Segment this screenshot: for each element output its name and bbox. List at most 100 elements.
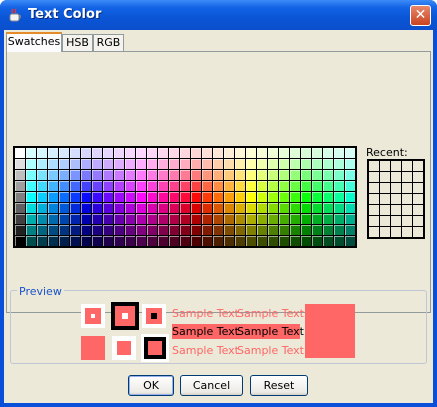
color-swatch[interactable] xyxy=(147,170,157,180)
color-swatch[interactable] xyxy=(92,159,102,169)
close-icon[interactable]: ✕ xyxy=(410,5,431,26)
color-swatch[interactable] xyxy=(202,236,212,246)
color-swatch[interactable] xyxy=(202,170,212,180)
color-swatch[interactable] xyxy=(15,181,25,191)
color-swatch[interactable] xyxy=(235,214,245,224)
color-swatch[interactable] xyxy=(235,225,245,235)
color-swatch[interactable] xyxy=(224,225,234,235)
color-swatch[interactable] xyxy=(301,192,311,202)
color-swatch[interactable] xyxy=(92,170,102,180)
color-swatch[interactable] xyxy=(290,181,300,191)
color-swatch[interactable] xyxy=(191,192,201,202)
color-swatch[interactable] xyxy=(125,181,135,191)
color-swatch[interactable] xyxy=(279,203,289,213)
recent-swatch[interactable] xyxy=(402,172,412,182)
color-swatch[interactable] xyxy=(70,236,80,246)
color-swatch[interactable] xyxy=(158,203,168,213)
color-swatch[interactable] xyxy=(224,148,234,158)
color-swatch[interactable] xyxy=(26,225,36,235)
color-swatch[interactable] xyxy=(169,225,179,235)
color-swatch[interactable] xyxy=(59,192,69,202)
color-swatch[interactable] xyxy=(48,236,58,246)
color-swatch[interactable] xyxy=(114,181,124,191)
color-swatch[interactable] xyxy=(312,159,322,169)
color-swatch[interactable] xyxy=(301,159,311,169)
color-swatch[interactable] xyxy=(169,203,179,213)
color-swatch[interactable] xyxy=(103,159,113,169)
color-swatch[interactable] xyxy=(59,203,69,213)
recent-swatch[interactable] xyxy=(391,161,401,171)
color-swatch[interactable] xyxy=(180,236,190,246)
color-swatch[interactable] xyxy=(334,170,344,180)
color-swatch[interactable] xyxy=(180,181,190,191)
color-swatch[interactable] xyxy=(268,214,278,224)
recent-swatch[interactable] xyxy=(369,205,379,215)
color-swatch[interactable] xyxy=(334,203,344,213)
color-swatch[interactable] xyxy=(37,170,47,180)
recent-swatch[interactable] xyxy=(380,183,390,193)
color-swatch[interactable] xyxy=(48,214,58,224)
color-swatch[interactable] xyxy=(37,214,47,224)
color-swatch[interactable] xyxy=(246,148,256,158)
color-swatch[interactable] xyxy=(15,148,25,158)
cancel-button[interactable]: Cancel xyxy=(180,375,243,396)
color-swatch[interactable] xyxy=(257,148,267,158)
recent-swatch[interactable] xyxy=(402,161,412,171)
color-swatch[interactable] xyxy=(125,192,135,202)
recent-swatch[interactable] xyxy=(380,172,390,182)
color-swatch[interactable] xyxy=(290,203,300,213)
color-swatch[interactable] xyxy=(213,225,223,235)
color-swatch[interactable] xyxy=(15,236,25,246)
color-swatch[interactable] xyxy=(114,225,124,235)
color-swatch[interactable] xyxy=(268,236,278,246)
color-swatch[interactable] xyxy=(257,192,267,202)
color-swatch[interactable] xyxy=(26,192,36,202)
color-swatch[interactable] xyxy=(257,203,267,213)
color-swatch[interactable] xyxy=(246,225,256,235)
color-swatch[interactable] xyxy=(235,170,245,180)
color-swatch[interactable] xyxy=(48,181,58,191)
color-swatch[interactable] xyxy=(290,214,300,224)
recent-swatch[interactable] xyxy=(413,205,423,215)
color-swatch[interactable] xyxy=(169,159,179,169)
color-swatch[interactable] xyxy=(246,236,256,246)
color-swatch[interactable] xyxy=(37,159,47,169)
color-swatch[interactable] xyxy=(180,159,190,169)
color-swatch[interactable] xyxy=(257,181,267,191)
color-swatch[interactable] xyxy=(37,236,47,246)
color-swatch[interactable] xyxy=(103,192,113,202)
color-swatch[interactable] xyxy=(180,203,190,213)
color-swatch[interactable] xyxy=(312,214,322,224)
color-swatch[interactable] xyxy=(147,159,157,169)
color-swatch[interactable] xyxy=(323,148,333,158)
recent-swatch[interactable] xyxy=(369,216,379,226)
color-swatch[interactable] xyxy=(125,159,135,169)
recent-swatch-grid[interactable] xyxy=(367,159,425,239)
color-swatch[interactable] xyxy=(103,203,113,213)
recent-swatch[interactable] xyxy=(380,216,390,226)
recent-swatch[interactable] xyxy=(402,205,412,215)
color-swatch[interactable] xyxy=(136,225,146,235)
color-swatch[interactable] xyxy=(136,170,146,180)
color-swatch[interactable] xyxy=(345,192,355,202)
color-swatch[interactable] xyxy=(136,192,146,202)
swatch-grid[interactable] xyxy=(13,146,357,248)
recent-swatch[interactable] xyxy=(369,183,379,193)
color-swatch[interactable] xyxy=(268,181,278,191)
color-swatch[interactable] xyxy=(345,236,355,246)
color-swatch[interactable] xyxy=(235,159,245,169)
color-swatch[interactable] xyxy=(26,203,36,213)
color-swatch[interactable] xyxy=(301,236,311,246)
color-swatch[interactable] xyxy=(169,214,179,224)
color-swatch[interactable] xyxy=(345,170,355,180)
color-swatch[interactable] xyxy=(136,148,146,158)
color-swatch[interactable] xyxy=(290,159,300,169)
color-swatch[interactable] xyxy=(213,236,223,246)
color-swatch[interactable] xyxy=(136,181,146,191)
color-swatch[interactable] xyxy=(158,170,168,180)
color-swatch[interactable] xyxy=(15,192,25,202)
color-swatch[interactable] xyxy=(59,170,69,180)
color-swatch[interactable] xyxy=(70,181,80,191)
color-swatch[interactable] xyxy=(202,214,212,224)
color-swatch[interactable] xyxy=(202,181,212,191)
